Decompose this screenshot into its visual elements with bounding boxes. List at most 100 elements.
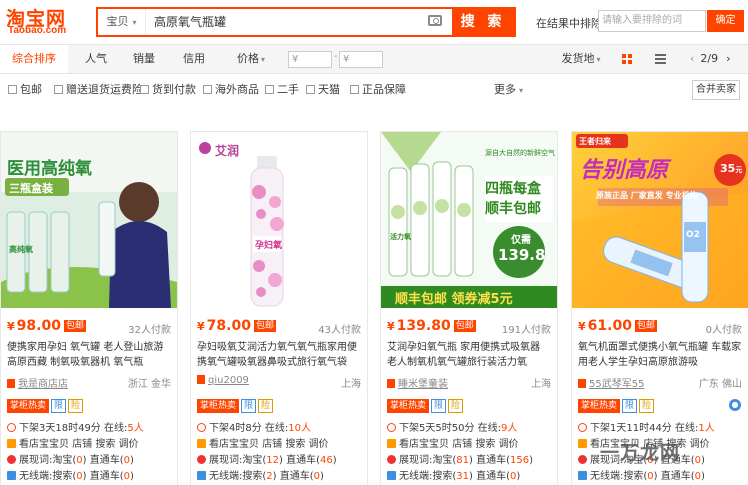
- product-price: ¥98.00 包邮: [7, 318, 86, 334]
- sort-credit[interactable]: 信用: [176, 45, 212, 73]
- filter-genuine[interactable]: 正品保障: [350, 82, 406, 98]
- price-value: 61.00: [587, 318, 632, 334]
- product-card[interactable]: 源自大自然的新鲜空气 四瓶每盒 顺丰包邮 仅需 139.8 顺丰包邮 领券减5元…: [380, 131, 558, 485]
- checkbox-icon: [265, 85, 274, 94]
- mobile-label: 无线端:: [19, 471, 53, 482]
- product-image[interactable]: 艾润 孕妇氧: [191, 132, 367, 308]
- prev-page-icon[interactable]: ‹: [690, 52, 694, 65]
- watermark: 一万龙网: [600, 442, 681, 464]
- sort-default[interactable]: 综合排序: [0, 45, 68, 73]
- exclude-input[interactable]: 请输入要排除的词: [598, 10, 706, 32]
- grid-view-icon[interactable]: [622, 54, 633, 65]
- filter-tmall[interactable]: 天猫: [306, 82, 340, 98]
- tool-price[interactable]: 调价: [499, 439, 519, 450]
- mobile-search: 搜索: [242, 471, 263, 482]
- tool-search[interactable]: 搜索: [95, 439, 115, 450]
- shop-link[interactable]: 我是商店店: [7, 375, 68, 390]
- product-image[interactable]: 王者归来 告别高原 35元 原装正品 厂家直发 专业机构 O2: [572, 132, 748, 308]
- filter-label: 二手: [277, 83, 299, 96]
- product-title[interactable]: 孕妇吸氧艾润活力氧气氧气瓶家用便携氧气罐吸氧器鼻吸式旅行氧气袋: [197, 340, 363, 370]
- product-image[interactable]: 源自大自然的新鲜空气 四瓶每盒 顺丰包邮 仅需 139.8 顺丰包邮 领券减5元…: [381, 132, 557, 308]
- banner-title: 医用高纯氧: [7, 159, 92, 179]
- shop-link[interactable]: 睡米堡童装: [387, 375, 448, 390]
- tool-search[interactable]: 搜索: [475, 439, 495, 450]
- tag-row: 掌柜热卖限险: [7, 398, 85, 413]
- checkbox-icon: [306, 85, 315, 94]
- chevron-down-icon: ▾: [596, 55, 601, 64]
- online-label: 在线:: [104, 423, 128, 434]
- tool-shop[interactable]: 店铺: [72, 439, 92, 450]
- countdown: 下架1天11时44分: [590, 423, 672, 434]
- ship-from-label: 发货地: [561, 52, 595, 65]
- shop-name: qiu2009: [208, 375, 249, 386]
- brand-label: 艾润: [215, 144, 240, 158]
- tool-price[interactable]: 调价: [690, 439, 710, 450]
- tool-search[interactable]: 搜索: [285, 439, 305, 450]
- sort-price[interactable]: 价格 ▾: [226, 45, 276, 73]
- floating-info-icon[interactable]: ●: [729, 399, 741, 411]
- filter-second-hand[interactable]: 二手: [265, 82, 299, 98]
- exclude-confirm-button[interactable]: 确定: [707, 10, 744, 32]
- tag-limit: 限: [622, 399, 638, 413]
- tool-item[interactable]: 宝贝: [429, 439, 449, 450]
- filter-label: 天猫: [318, 83, 340, 96]
- product-title[interactable]: 便携家用孕妇 氧气罐 老人登山旅游高原西藏 制氧吸氧器机 氧气瓶: [7, 340, 173, 370]
- chip: 厂家直发: [630, 191, 663, 200]
- countdown-line: 下架3天18时49分 在线:5人: [7, 419, 144, 434]
- price-tag-unit: 元: [735, 166, 743, 174]
- merge-sellers-button[interactable]: 合并卖家: [692, 80, 740, 100]
- tool-price[interactable]: 调价: [309, 439, 329, 450]
- sort-popularity[interactable]: 人气: [78, 45, 114, 73]
- filter-label: 货到付款: [152, 83, 196, 96]
- checkbox-icon: [54, 85, 63, 94]
- product-title[interactable]: 艾润孕妇氧气瓶 家用便携式吸氧器 老人制氧机氧气罐旅行装活力氧: [387, 340, 553, 370]
- tool-shop[interactable]: 店铺: [262, 439, 282, 450]
- search-bar: 宝贝 ▾ 高原氧气瓶罐 搜 索: [96, 7, 516, 37]
- online-unit: 人: [704, 423, 715, 434]
- banner-top: 王者归来: [579, 137, 611, 146]
- search-input[interactable]: 高原氧气瓶罐: [154, 9, 226, 35]
- mobile-search: 搜索: [52, 471, 73, 482]
- checkbox-icon: [203, 85, 212, 94]
- impressions-ztc: 直通车: [89, 455, 120, 466]
- ship-from-select[interactable]: 发货地 ▾: [556, 45, 606, 73]
- mobile-icon: [7, 471, 16, 480]
- countdown: 下架4时8分: [209, 423, 262, 434]
- filter-overseas[interactable]: 海外商品: [203, 82, 259, 98]
- filter-free-shipping[interactable]: 包邮: [8, 82, 42, 98]
- shop-link[interactable]: qiu2009: [197, 375, 249, 386]
- shop-link[interactable]: 55武琴军55: [578, 375, 644, 390]
- search-scope-select[interactable]: 宝贝 ▾: [98, 9, 146, 35]
- impressions-taobao-count: 81: [456, 455, 470, 466]
- tool-shop[interactable]: 店铺: [452, 439, 472, 450]
- tool-name: 看店宝: [19, 439, 49, 450]
- taobao-logo-en[interactable]: Taobao.com: [8, 25, 66, 36]
- tool-item[interactable]: 宝贝: [239, 439, 259, 450]
- filter-more[interactable]: 更多 ▾: [494, 82, 523, 98]
- search-button[interactable]: 搜 索: [452, 9, 514, 35]
- filter-return-insurance[interactable]: 赠送退货运费险: [54, 82, 143, 98]
- tool-item[interactable]: 宝贝: [49, 439, 69, 450]
- tag-row: 掌柜热卖限险: [197, 398, 275, 413]
- banner-bottom: 顺丰包邮 领券减5元: [395, 292, 513, 307]
- mobile-icon: [197, 471, 206, 480]
- location: 广东 佛山: [698, 379, 742, 390]
- filter-cod[interactable]: 货到付款: [140, 82, 196, 98]
- price-value: 98.00: [16, 318, 61, 334]
- price-max-input[interactable]: ¥: [339, 51, 383, 68]
- sort-sales[interactable]: 销量: [126, 45, 162, 73]
- camera-icon[interactable]: [428, 15, 442, 26]
- next-page-icon[interactable]: ›: [726, 52, 730, 65]
- online-unit: 人: [133, 423, 144, 434]
- product-title[interactable]: 氧气机面罩式便携小氧气瓶罐 车载家用老人学生孕妇高原旅游吸: [578, 340, 744, 370]
- tool-price[interactable]: 调价: [119, 439, 139, 450]
- price-min-input[interactable]: ¥: [288, 51, 332, 68]
- product-price: ¥139.80 包邮: [387, 318, 476, 334]
- product-card[interactable]: 医用高纯氧 三瓶盒装 高纯氧 ¥98.00 包邮 32人付款 便携家用孕妇 氧气罐…: [0, 131, 178, 485]
- product-card[interactable]: 王者归来 告别高原 35元 原装正品 厂家直发 专业机构 O2 ¥61.00 包邮…: [571, 131, 748, 485]
- product-card[interactable]: 艾润 孕妇氧 ¥78.00 包邮 43人付款 孕妇吸氧艾润活力氧气氧气瓶家用便携氧…: [190, 131, 368, 485]
- banner-sub: 顺丰包邮: [485, 201, 541, 217]
- product-image[interactable]: 医用高纯氧 三瓶盒装 高纯氧: [1, 132, 177, 308]
- list-view-icon[interactable]: [655, 54, 666, 65]
- checkbox-icon: [350, 85, 359, 94]
